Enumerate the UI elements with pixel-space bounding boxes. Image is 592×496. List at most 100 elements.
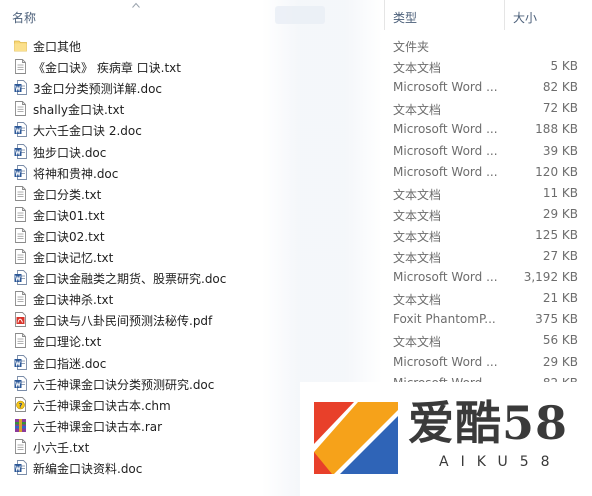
file-name[interactable]: 3金口分类预测详解.doc xyxy=(33,80,162,97)
column-divider[interactable] xyxy=(504,0,505,30)
word-doc-icon xyxy=(14,354,27,370)
watermark-subtitle: AIKU58 xyxy=(439,454,562,470)
file-size: 188 KB xyxy=(535,122,578,137)
file-size: 29 KB xyxy=(542,206,578,221)
file-type: 文本文档 xyxy=(393,208,442,223)
file-row[interactable]: 金口理论.txt 文本文档 56 KB xyxy=(0,330,592,351)
rar-archive-icon xyxy=(14,418,27,433)
file-size: 21 KB xyxy=(542,291,578,306)
txt-file-icon xyxy=(14,291,27,307)
file-name[interactable]: 金口理论.txt xyxy=(33,333,101,350)
file-name[interactable]: 《金口诀》 疾病章 口诀.txt xyxy=(33,59,181,76)
file-row[interactable]: 金口诀记忆.txt 文本文档 27 KB xyxy=(0,246,592,267)
word-doc-icon xyxy=(14,270,27,286)
pdf-file-icon xyxy=(14,312,27,328)
file-size: 120 KB xyxy=(535,164,578,179)
file-type: Microsoft Word ... xyxy=(393,80,498,95)
file-row[interactable]: 金口诀02.txt 文本文档 125 KB xyxy=(0,225,592,246)
file-row[interactable]: 将神和贵神.doc Microsoft Word ... 120 KB xyxy=(0,162,592,183)
file-type: Microsoft Word ... xyxy=(393,122,498,137)
file-row[interactable]: 金口分类.txt 文本文档 11 KB xyxy=(0,183,592,204)
chm-help-icon: ? xyxy=(14,396,27,412)
file-type: Microsoft Word ... xyxy=(393,270,498,285)
file-size: 5 KB xyxy=(550,59,578,74)
file-type: 文本文档 xyxy=(393,229,442,244)
column-divider[interactable] xyxy=(384,0,385,30)
file-type: Microsoft Word ... xyxy=(393,164,498,179)
file-type: 文本文档 xyxy=(393,293,442,308)
file-size: 29 KB xyxy=(542,354,578,369)
file-size: 39 KB xyxy=(542,143,578,158)
file-row[interactable]: 《金口诀》 疾病章 口诀.txt 文本文档 5 KB xyxy=(0,56,592,77)
word-doc-icon xyxy=(14,375,27,391)
file-size: 375 KB xyxy=(535,312,578,327)
file-type: Microsoft Word ... xyxy=(393,354,498,369)
file-size: 82 KB xyxy=(542,80,578,95)
txt-file-icon xyxy=(14,59,27,75)
sort-ascending-icon[interactable] xyxy=(132,2,140,8)
file-name[interactable]: 新编金口诀资料.doc xyxy=(33,460,142,477)
file-row[interactable]: shally金口诀.txt 文本文档 72 KB xyxy=(0,98,592,119)
file-type: 文本文档 xyxy=(393,251,442,265)
file-name[interactable]: 将神和贵神.doc xyxy=(33,165,118,182)
column-type[interactable]: 类型 xyxy=(393,9,417,26)
file-name[interactable]: 小六壬.txt xyxy=(33,439,89,456)
txt-file-icon xyxy=(14,101,27,117)
watermark: 爱酷58 AIKU58 xyxy=(300,382,592,496)
txt-file-icon xyxy=(14,438,27,454)
file-row[interactable]: 金口诀01.txt 文本文档 29 KB xyxy=(0,204,592,225)
file-row[interactable]: 独步口诀.doc Microsoft Word ... 39 KB xyxy=(0,141,592,162)
file-name[interactable]: 金口诀记忆.txt xyxy=(33,249,113,266)
file-row[interactable]: 大六壬金口诀 2.doc Microsoft Word ... 188 KB xyxy=(0,119,592,140)
word-doc-icon xyxy=(14,164,27,180)
txt-file-icon xyxy=(14,333,27,349)
file-name[interactable]: 金口诀与八卦民间预测法秘传.pdf xyxy=(33,312,212,329)
file-name[interactable]: 大六壬金口诀 2.doc xyxy=(33,122,142,139)
txt-file-icon xyxy=(14,206,27,222)
file-type: Microsoft Word ... xyxy=(393,143,498,158)
word-doc-icon xyxy=(14,80,27,96)
txt-file-icon xyxy=(14,227,27,243)
column-name[interactable]: 名称 xyxy=(12,9,36,26)
file-size: 125 KB xyxy=(535,227,578,242)
file-row[interactable]: 金口诀金融类之期货、股票研究.doc Microsoft Word ... 3,19… xyxy=(0,267,592,288)
svg-text:?: ? xyxy=(19,401,23,409)
file-size: 56 KB xyxy=(542,333,578,348)
file-name[interactable]: 六壬神课金口诀古本.chm xyxy=(33,397,171,414)
file-type: Foxit PhantomP... xyxy=(393,312,496,327)
file-type: 文本文档 xyxy=(393,187,442,202)
file-row[interactable]: 金口指迷.doc Microsoft Word ... 29 KB xyxy=(0,352,592,373)
file-size: 11 KB xyxy=(542,185,578,200)
file-type: 文本文档 xyxy=(393,103,442,118)
folder-icon xyxy=(14,38,27,53)
watermark-title: 爱酷58 xyxy=(408,396,569,450)
file-name[interactable]: 金口分类.txt xyxy=(33,186,101,203)
column-size[interactable]: 大小 xyxy=(513,9,537,26)
txt-file-icon xyxy=(14,185,27,201)
word-doc-icon xyxy=(14,122,27,138)
file-name[interactable]: 六壬神课金口诀分类预测研究.doc xyxy=(33,376,214,393)
file-name[interactable]: 金口诀02.txt xyxy=(33,228,105,245)
word-doc-icon xyxy=(14,143,27,159)
blurred-header-patch xyxy=(275,6,325,24)
file-name[interactable]: 金口诀金融类之期货、股票研究.doc xyxy=(33,270,226,287)
file-name[interactable]: shally金口诀.txt xyxy=(33,101,124,118)
file-size: 72 KB xyxy=(542,101,578,116)
file-size: 3,192 KB xyxy=(523,270,578,285)
watermark-logo-icon xyxy=(314,402,398,474)
file-name[interactable]: 独步口诀.doc xyxy=(33,144,106,161)
txt-file-icon xyxy=(14,249,27,264)
file-name[interactable]: 金口诀神杀.txt xyxy=(33,291,113,308)
file-name[interactable]: 金口指迷.doc xyxy=(33,355,106,372)
file-size: 27 KB xyxy=(542,249,578,263)
file-name[interactable]: 六壬神课金口诀古本.rar xyxy=(33,418,162,435)
file-row[interactable]: 金口其他 文件夹 xyxy=(0,35,592,56)
file-row[interactable]: 3金口分类预测详解.doc Microsoft Word ... 82 KB xyxy=(0,77,592,98)
file-type: 文本文档 xyxy=(393,335,442,350)
word-doc-icon xyxy=(14,460,27,475)
file-row[interactable]: 金口诀神杀.txt 文本文档 21 KB xyxy=(0,288,592,309)
file-name[interactable]: 金口诀01.txt xyxy=(33,207,105,224)
file-row[interactable]: 金口诀与八卦民间预测法秘传.pdf Foxit PhantomP... 375 KB xyxy=(0,309,592,330)
file-type: 文件夹 xyxy=(393,40,430,54)
file-name[interactable]: 金口其他 xyxy=(33,38,81,55)
